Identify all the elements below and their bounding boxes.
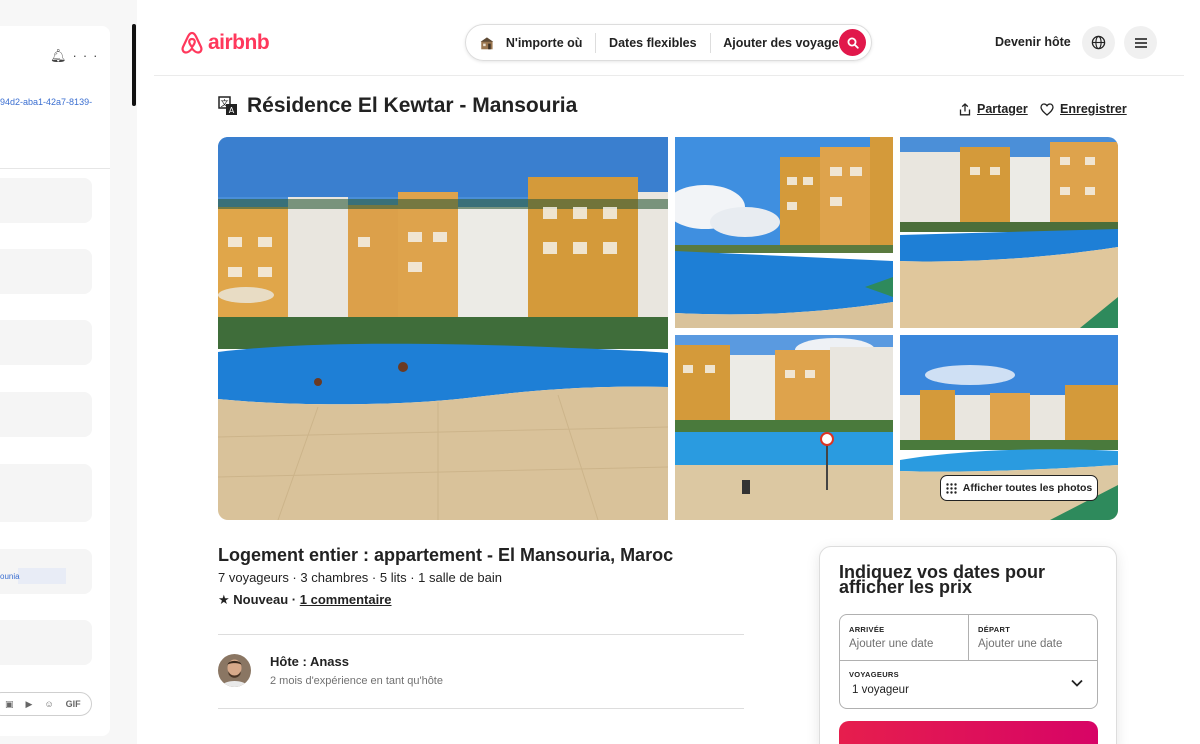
photo-3-image	[900, 137, 1118, 328]
emoji-icon[interactable]: ☺	[44, 699, 53, 709]
side-item[interactable]	[0, 464, 92, 522]
host-name: Hôte : Anass	[270, 654, 349, 669]
checkin-label: ARRIVÉE	[849, 625, 885, 634]
share-button[interactable]: Partager	[959, 102, 1028, 116]
reviews-link[interactable]: 1 commentaire	[300, 592, 392, 607]
divider	[218, 634, 744, 635]
top-header: airbnb N'importe où Dates flexibles Ajou…	[154, 0, 1184, 76]
guests-value: 1 voyageur	[852, 684, 909, 696]
date-picker: ARRIVÉE Ajouter une date DÉPART Ajouter …	[839, 614, 1098, 709]
svg-text:A: A	[229, 106, 235, 115]
side-highlight	[18, 568, 66, 584]
grid-icon	[946, 482, 957, 494]
listing-title-row: 文 A Résidence El Kewtar - Mansouria Part…	[218, 94, 1127, 120]
video-icon[interactable]: ▶	[26, 699, 33, 710]
show-all-photos-button[interactable]: Afficher toutes les photos	[940, 475, 1098, 501]
translate-icon[interactable]: 文 A	[218, 96, 238, 116]
logo-text: airbnb	[208, 31, 270, 54]
menu-button[interactable]	[1124, 26, 1157, 59]
globe-icon	[1091, 35, 1106, 50]
listing-title: Résidence El Kewtar - Mansouria	[247, 94, 578, 117]
side-panel: 🔔︎··· 94d2-aba1-42a7-8139- ounia ▣ ▶ ☺ G…	[0, 0, 137, 744]
host-avatar[interactable]	[218, 654, 251, 687]
rating-separator: ·	[288, 592, 300, 607]
photo-3[interactable]	[900, 137, 1118, 328]
listing-capacity: 7 voyageurs · 3 chambres · 5 lits · 1 sa…	[218, 570, 502, 585]
photo-2[interactable]	[675, 137, 893, 328]
guests-label: VOYAGEURS	[849, 670, 899, 679]
rating-line: ★ Nouveau · 1 commentaire	[218, 592, 392, 608]
photo-2-image	[675, 137, 893, 328]
photo-main[interactable]	[218, 137, 668, 520]
airbnb-logo[interactable]: airbnb	[180, 30, 270, 56]
share-icon	[959, 102, 971, 115]
hamburger-menu-icon	[1134, 37, 1147, 48]
search-where[interactable]: N'importe où	[502, 36, 596, 50]
photo-4-image	[675, 335, 893, 520]
side-item[interactable]	[0, 392, 92, 437]
search-when[interactable]: Dates flexibles	[596, 36, 710, 50]
checkin-field[interactable]: ARRIVÉE Ajouter une date	[840, 615, 968, 660]
language-button[interactable]	[1082, 26, 1115, 59]
bell-icon[interactable]: 🔔︎	[50, 48, 73, 63]
checkout-value: Ajouter une date	[978, 638, 1063, 650]
side-item[interactable]	[0, 178, 92, 223]
side-link[interactable]: 94d2-aba1-42a7-8139-	[0, 97, 100, 107]
save-button[interactable]: Enregistrer	[1040, 102, 1127, 116]
chevron-down-icon[interactable]	[1071, 679, 1083, 687]
side-item[interactable]	[0, 249, 92, 294]
airbnb-logo-icon	[181, 31, 203, 54]
side-toolbar: 🔔︎···	[50, 48, 104, 64]
side-mini-text: ounia	[0, 572, 20, 581]
location-thumbnail-icon	[480, 36, 494, 49]
heart-icon	[1040, 102, 1054, 116]
search-bar[interactable]: N'importe où Dates flexibles Ajouter des…	[465, 24, 872, 61]
image-icon[interactable]: ▣	[5, 699, 14, 710]
checkout-label: DÉPART	[978, 625, 1011, 634]
scrollbar[interactable]	[132, 24, 136, 106]
side-item[interactable]	[0, 320, 92, 365]
photo-main-image	[218, 137, 668, 520]
side-item[interactable]	[0, 620, 92, 665]
search-button[interactable]	[839, 29, 866, 56]
host-experience: 2 mois d'expérience en tant qu'hôte	[270, 675, 443, 687]
share-label: Partager	[977, 102, 1028, 116]
guests-field[interactable]: VOYAGEURS 1 voyageur	[840, 661, 1097, 709]
booking-card: Indiquez vos dates pour afficher les pri…	[819, 546, 1117, 744]
save-label: Enregistrer	[1060, 102, 1127, 116]
star-icon: ★	[218, 592, 230, 607]
become-host-link[interactable]: Devenir hôte	[995, 35, 1071, 49]
rating-status: Nouveau	[233, 592, 289, 607]
booking-title: Indiquez vos dates pour afficher les pri…	[839, 562, 1046, 597]
listing-subtitle: Logement entier : appartement - El Manso…	[218, 545, 674, 565]
divider	[218, 708, 744, 709]
photo-4[interactable]	[675, 335, 893, 520]
more-icon[interactable]: ···	[73, 48, 104, 63]
checkout-field[interactable]: DÉPART Ajouter une date	[969, 615, 1098, 660]
gif-button[interactable]: GIF	[66, 699, 81, 709]
host-avatar-image	[218, 654, 251, 687]
message-input[interactable]: ▣ ▶ ☺ GIF	[0, 692, 92, 716]
side-divider	[0, 168, 110, 169]
check-availability-button[interactable]	[839, 721, 1098, 744]
search-icon	[847, 37, 859, 49]
show-all-photos-label: Afficher toutes les photos	[962, 482, 1093, 494]
checkin-value: Ajouter une date	[849, 638, 934, 650]
